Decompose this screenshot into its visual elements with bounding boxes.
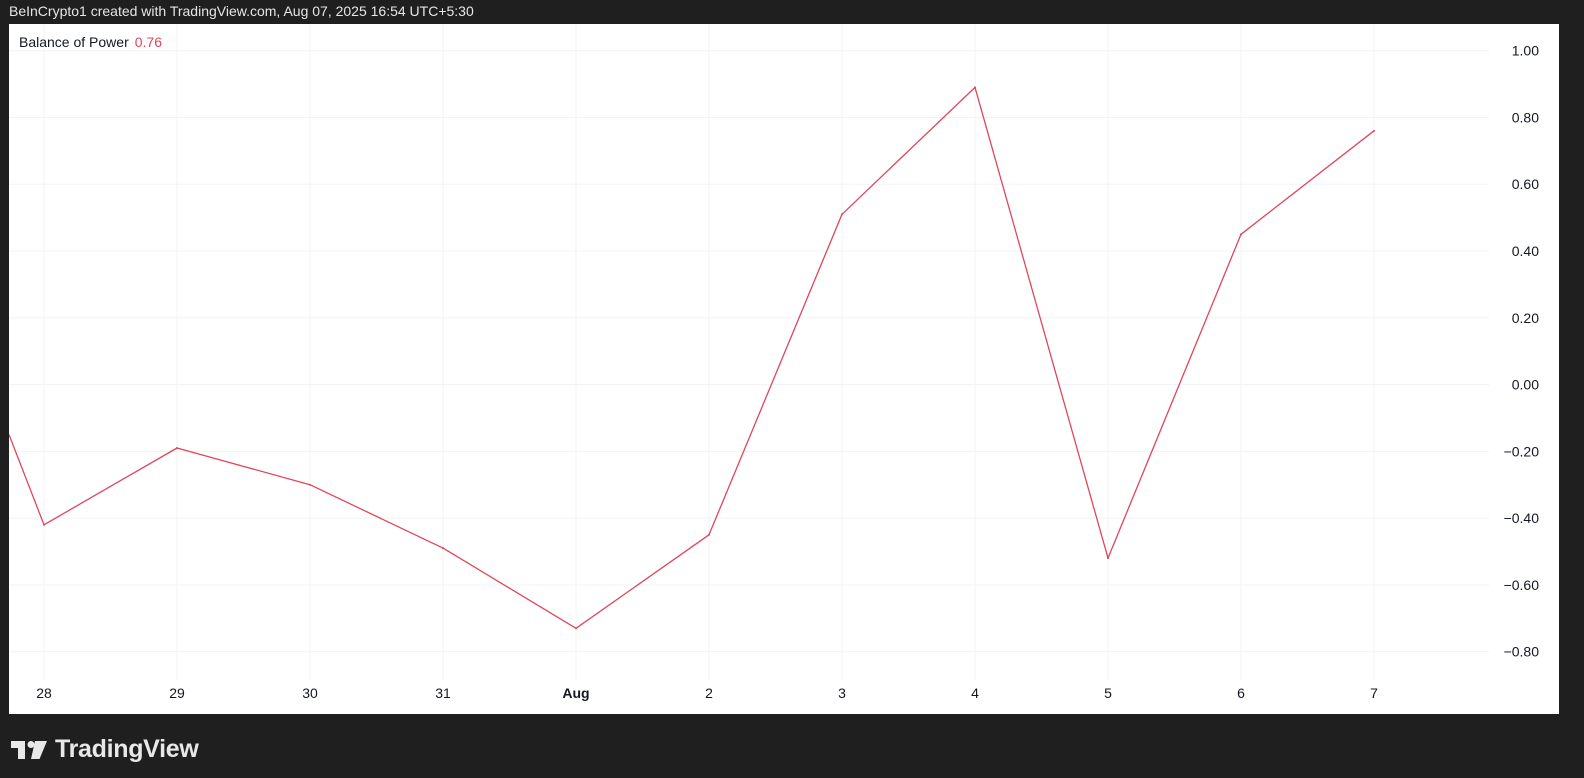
tradingview-wordmark: TradingView	[55, 735, 199, 763]
data-point	[43, 523, 45, 526]
data-point	[708, 533, 710, 536]
x-tick-label: 3	[838, 685, 846, 701]
data-point	[841, 213, 843, 216]
x-tick-label: 4	[971, 685, 979, 701]
series-line	[9, 86, 1375, 629]
data-point	[1373, 129, 1375, 132]
y-axis: 1.00 0.80 0.60 0.40 0.20 0.00 −0.20 −0.40 −0.60 −…	[1504, 43, 1540, 660]
x-tick-label: 6	[1237, 685, 1245, 701]
y-tick-label: 0.40	[1512, 243, 1539, 259]
y-tick-label: 0.00	[1512, 377, 1539, 393]
data-point	[575, 627, 577, 630]
x-tick-label: 31	[435, 685, 451, 701]
x-tick-label: Aug	[562, 685, 589, 701]
data-point	[309, 483, 311, 486]
x-tick-label: 5	[1104, 685, 1112, 701]
chart-attribution: BeInCrypto1 created with TradingView.com…	[9, 3, 474, 19]
tradingview-brand[interactable]: TradingView	[11, 735, 199, 764]
data-point	[1107, 557, 1109, 560]
y-tick-label: −0.40	[1504, 510, 1540, 526]
balance-of-power-chart: 1.00 0.80 0.60 0.40 0.20 0.00 −0.20 −0.40 −0.60 −…	[9, 24, 1540, 701]
data-point	[442, 547, 444, 550]
chart-panel: 1.00 0.80 0.60 0.40 0.20 0.00 −0.20 −0.40 −0.60 −…	[9, 24, 1559, 714]
y-tick-label: −0.20	[1504, 443, 1540, 459]
indicator-value: 0.76	[134, 34, 162, 50]
grid-lines	[9, 24, 1489, 680]
y-tick-label: 0.20	[1512, 310, 1539, 326]
y-tick-label: 0.60	[1512, 176, 1539, 192]
data-point	[176, 446, 178, 449]
y-tick-label: 0.80	[1512, 109, 1539, 125]
data-point	[974, 86, 976, 89]
tradingview-logo-icon	[11, 740, 47, 759]
y-tick-label: 1.00	[1512, 43, 1539, 59]
x-tick-label: 30	[302, 685, 318, 701]
data-point	[1240, 233, 1242, 236]
x-tick-label: 29	[169, 685, 185, 701]
series-layer	[9, 86, 1375, 630]
x-tick-label: 28	[36, 685, 52, 701]
x-tick-label: 2	[705, 685, 713, 701]
x-tick-label: 7	[1370, 685, 1378, 701]
y-tick-label: −0.60	[1504, 577, 1540, 593]
x-axis: 28 29 30 31 Aug 2 3 4 5 6 7	[36, 685, 1378, 701]
indicator-legend[interactable]: Balance of Power 0.76	[19, 34, 162, 50]
indicator-name: Balance of Power	[19, 34, 129, 50]
y-tick-label: −0.80	[1504, 644, 1540, 660]
